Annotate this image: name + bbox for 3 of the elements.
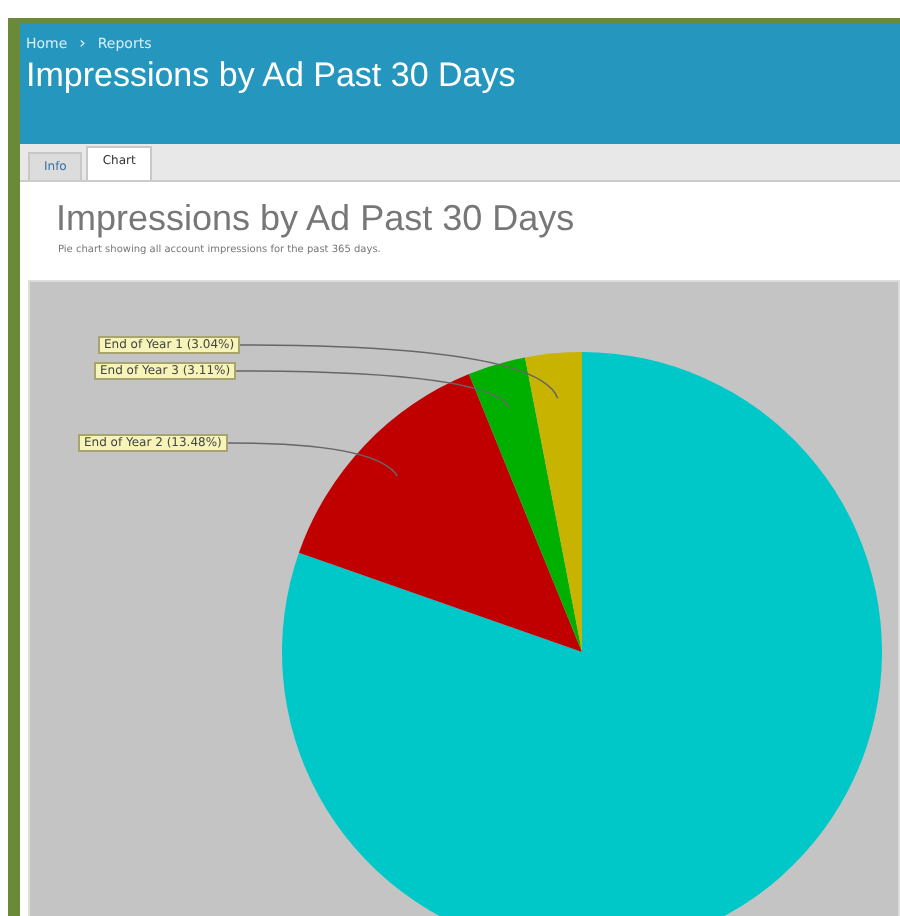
page-title: Impressions by Ad Past 30 Days bbox=[26, 56, 518, 96]
report-title: Impressions by Ad Past 30 Days bbox=[56, 198, 577, 240]
breadcrumb-separator: › bbox=[79, 34, 86, 52]
